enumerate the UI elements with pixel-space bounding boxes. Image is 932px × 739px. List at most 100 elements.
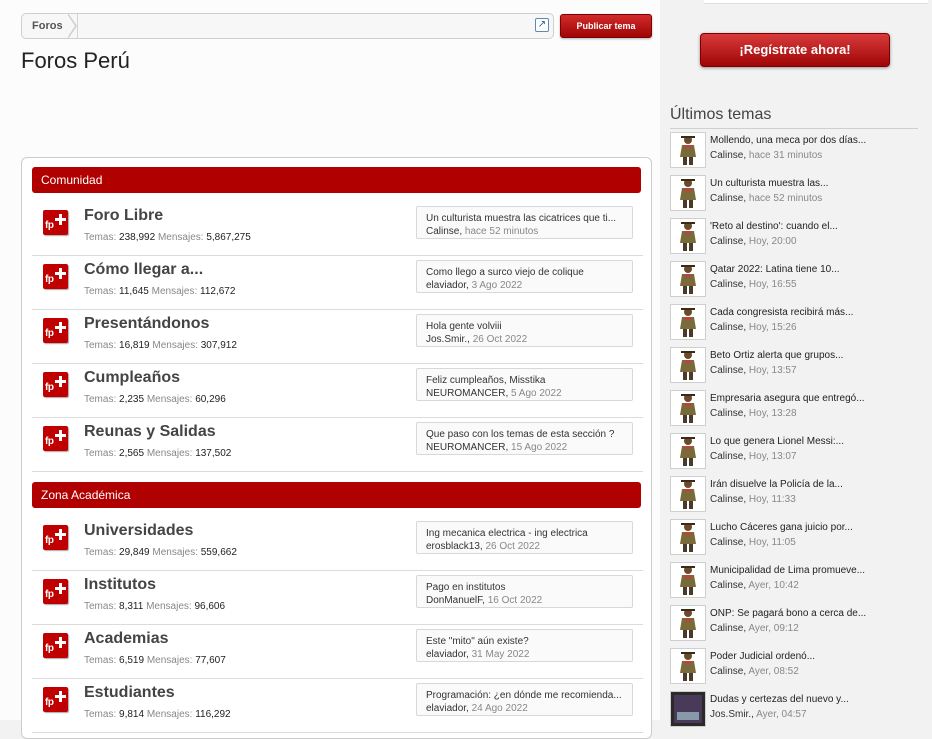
category-header[interactable]: Comunidad bbox=[32, 167, 641, 193]
thread-title-link[interactable]: Municipalidad de Lima promueve... bbox=[710, 565, 920, 576]
forum-title-link[interactable]: Cómo llegar a... bbox=[84, 261, 203, 279]
thread-user-link[interactable]: Calinse bbox=[710, 193, 743, 204]
avatar[interactable] bbox=[670, 175, 706, 211]
threads-label: Temas: bbox=[84, 709, 117, 720]
thread-title-link[interactable]: Qatar 2022: Latina tiene 10... bbox=[710, 264, 920, 275]
last-post-user-link[interactable]: elaviador bbox=[426, 649, 466, 660]
forum-logo-icon[interactable]: fp bbox=[43, 372, 68, 397]
messages-count: 112,672 bbox=[200, 286, 236, 297]
avatar[interactable] bbox=[670, 562, 706, 598]
last-post-title-link[interactable]: Feliz cumpleaños, Misstika bbox=[426, 375, 626, 386]
last-post-user-link[interactable]: Calinse bbox=[426, 226, 459, 237]
last-post-title-link[interactable]: Un culturista muestra las cicatrices que… bbox=[426, 213, 626, 224]
thread-title-link[interactable]: Lo que genera Lionel Messi:... bbox=[710, 436, 920, 447]
thread-user-link[interactable]: Calinse bbox=[710, 494, 743, 505]
thread-title-link[interactable]: Un culturista muestra las... bbox=[710, 178, 920, 189]
thread-user-link[interactable]: Jos.Smir. bbox=[710, 709, 751, 720]
last-post-title-link[interactable]: Que paso con los temas de esta sección ? bbox=[426, 429, 626, 440]
avatar[interactable] bbox=[670, 433, 706, 469]
thread-title-link[interactable]: Irán disuelve la Policía de la... bbox=[710, 479, 920, 490]
avatar[interactable] bbox=[670, 605, 706, 641]
last-post-user-link[interactable]: elaviador bbox=[426, 703, 466, 714]
last-post-box: Ing mecanica electrica - ing electrica er… bbox=[416, 521, 633, 554]
avatar[interactable] bbox=[670, 390, 706, 426]
last-post-title-link[interactable]: Este "mito" aún existe? bbox=[426, 636, 626, 647]
last-post-title-link[interactable]: Programación: ¿en dónde me recomienda... bbox=[426, 690, 626, 701]
latest-thread-item: Lucho Cáceres gana juicio por... Calinse,… bbox=[670, 519, 920, 559]
thread-user-link[interactable]: Calinse bbox=[710, 537, 743, 548]
last-post-box: Un culturista muestra las cicatrices que… bbox=[416, 206, 633, 239]
forum-title-link[interactable]: Foro Libre bbox=[84, 207, 163, 225]
thread-time: Hoy, 15:26 bbox=[748, 322, 797, 333]
messages-label: Mensajes: bbox=[157, 232, 204, 243]
thread-user-link[interactable]: Calinse bbox=[710, 666, 743, 677]
avatar[interactable] bbox=[670, 132, 706, 168]
thread-title-link[interactable]: Empresaria asegura que entregó... bbox=[710, 393, 920, 404]
last-post-user-link[interactable]: NEUROMANCER bbox=[426, 388, 505, 399]
thread-user-link[interactable]: Calinse bbox=[710, 623, 743, 634]
last-post-user-link[interactable]: NEUROMANCER bbox=[426, 442, 505, 453]
thread-user-link[interactable]: Calinse bbox=[710, 451, 743, 462]
thread-title-link[interactable]: Cada congresista recibirá más... bbox=[710, 307, 920, 318]
breadcrumb: Foros ↗ bbox=[21, 13, 554, 39]
thread-user-link[interactable]: Calinse bbox=[710, 580, 743, 591]
forum-title-link[interactable]: Cumpleaños bbox=[84, 369, 180, 387]
thread-title-link[interactable]: Mollendo, una meca por dos días... bbox=[710, 135, 920, 146]
messages-count: 77,607 bbox=[195, 655, 226, 666]
avatar[interactable] bbox=[670, 261, 706, 297]
thread-title-link[interactable]: Lucho Cáceres gana juicio por... bbox=[710, 522, 920, 533]
forum-logo-icon[interactable]: fp bbox=[43, 264, 68, 289]
thread-title-link[interactable]: 'Reto al destino': cuando el... bbox=[710, 221, 920, 232]
thread-user-link[interactable]: Calinse bbox=[710, 279, 743, 290]
avatar[interactable] bbox=[670, 476, 706, 512]
register-button[interactable]: ¡Regístrate ahora! bbox=[700, 33, 890, 67]
last-post-title-link[interactable]: Como llego a surco viejo de colique bbox=[426, 267, 626, 278]
last-post-user-link[interactable]: DonManuelF bbox=[426, 595, 482, 606]
jump-to-icon[interactable]: ↗ bbox=[535, 18, 549, 32]
thread-title-link[interactable]: Dudas y certezas del nuevo y... bbox=[710, 694, 920, 705]
thread-user-link[interactable]: Calinse bbox=[710, 365, 743, 376]
last-post-title-link[interactable]: Ing mecanica electrica - ing electrica bbox=[426, 528, 626, 539]
forum-logo-icon[interactable]: fp bbox=[43, 426, 68, 451]
avatar[interactable] bbox=[670, 691, 706, 727]
threads-label: Temas: bbox=[84, 448, 117, 459]
forum-title-link[interactable]: Academias bbox=[84, 630, 169, 648]
thread-user-link[interactable]: Calinse bbox=[710, 236, 743, 247]
category-header[interactable]: Zona Académica bbox=[32, 482, 641, 508]
thread-title-link[interactable]: ONP: Se pagará bono a cerca de... bbox=[710, 608, 920, 619]
thread-user-link[interactable]: Calinse bbox=[710, 322, 743, 333]
last-post-user-link[interactable]: erosblack13 bbox=[426, 541, 480, 552]
forum-logo-icon[interactable]: fp bbox=[43, 318, 68, 343]
forum-title-link[interactable]: Reunas y Salidas bbox=[84, 423, 216, 441]
avatar[interactable] bbox=[670, 648, 706, 684]
thread-title-link[interactable]: Poder Judicial ordenó... bbox=[710, 651, 920, 662]
last-post-time: 31 May 2022 bbox=[471, 649, 530, 660]
last-post-box: Programación: ¿en dónde me recomienda...… bbox=[416, 683, 633, 716]
thread-title-link[interactable]: Beto Ortiz alerta que grupos... bbox=[710, 350, 920, 361]
last-post-user-link[interactable]: Jos.Smir. bbox=[426, 334, 467, 345]
forum-title-link[interactable]: Universidades bbox=[84, 522, 193, 540]
forum-logo-icon[interactable]: fp bbox=[43, 633, 68, 658]
thread-user-link[interactable]: Calinse bbox=[710, 408, 743, 419]
forum-logo-icon[interactable]: fp bbox=[43, 579, 68, 604]
avatar[interactable] bbox=[670, 519, 706, 555]
forum-title-link[interactable]: Institutos bbox=[84, 576, 156, 594]
thread-user-link[interactable]: Calinse bbox=[710, 150, 743, 161]
avatar[interactable] bbox=[670, 304, 706, 340]
last-post-title-link[interactable]: Pago en institutos bbox=[426, 582, 626, 593]
forum-title-link[interactable]: Estudiantes bbox=[84, 684, 175, 702]
forum-logo-icon[interactable]: fp bbox=[43, 210, 68, 235]
latest-thread-item: Empresaria asegura que entregó... Calinse… bbox=[670, 390, 920, 430]
plus-icon-bar bbox=[59, 637, 62, 648]
post-thread-button[interactable]: Publicar tema bbox=[560, 14, 652, 38]
forum-logo-icon[interactable]: fp bbox=[43, 687, 68, 712]
avatar[interactable] bbox=[670, 347, 706, 383]
forum-logo-icon[interactable]: fp bbox=[43, 525, 68, 550]
threads-label: Temas: bbox=[84, 601, 117, 612]
forum-logo-text: fp bbox=[45, 382, 54, 393]
forum-title-link[interactable]: Presentándonos bbox=[84, 315, 209, 333]
last-post-user-link[interactable]: elaviador bbox=[426, 280, 466, 291]
avatar[interactable] bbox=[670, 218, 706, 254]
forum-row: fp Institutos Temas: 8,311 Mensajes: 96,60… bbox=[32, 571, 643, 625]
last-post-title-link[interactable]: Hola gente volviii bbox=[426, 321, 626, 332]
